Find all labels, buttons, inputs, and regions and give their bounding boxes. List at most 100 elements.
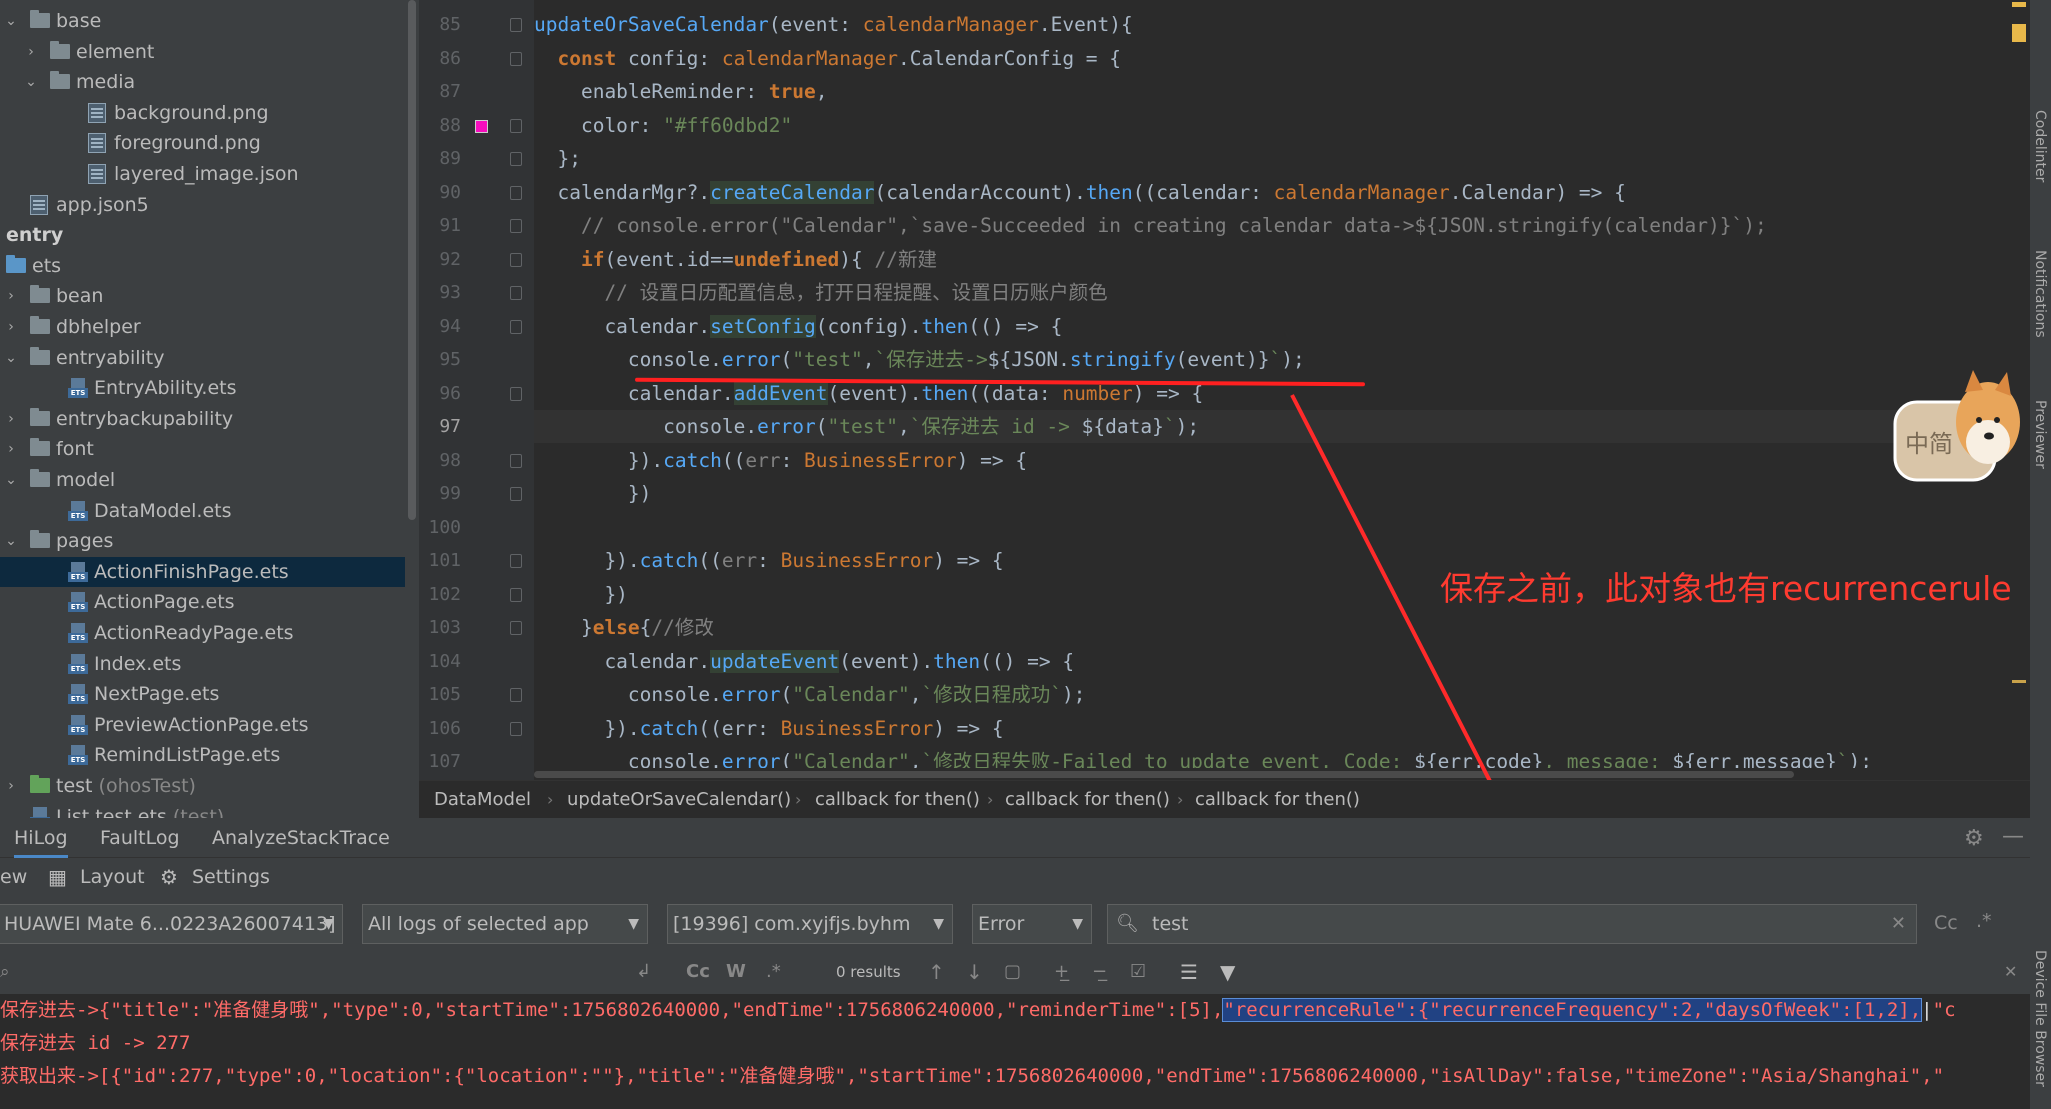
tree-item[interactable]: ETS ActionReadyPage.ets xyxy=(0,618,405,648)
chevron-right-icon[interactable]: › xyxy=(4,412,18,426)
line-number[interactable]: 95 xyxy=(419,349,461,370)
filter-icon[interactable]: ▼ xyxy=(1220,952,1235,992)
side-tab-notifications[interactable]: Notifications xyxy=(2032,250,2048,338)
tree-item[interactable]: ⌄ base xyxy=(0,6,405,36)
log-scope-select[interactable]: All logs of selected app ▼ xyxy=(362,904,648,944)
code-line[interactable]: calendar.setConfig(config).then(() => { xyxy=(534,310,1976,343)
tree-item[interactable]: ETS ActionFinishPage.ets xyxy=(0,556,405,587)
warning-mark[interactable] xyxy=(2012,2,2026,7)
chevron-right-icon[interactable]: › xyxy=(4,320,18,334)
fold-marker-icon[interactable] xyxy=(510,152,522,166)
line-number[interactable]: 103 xyxy=(419,617,461,638)
tree-item[interactable]: ets xyxy=(0,251,405,281)
color-swatch-icon[interactable] xyxy=(475,119,488,133)
tree-item[interactable]: ETS PreviewActionPage.ets xyxy=(0,710,405,740)
side-tab-codelinter[interactable]: Codelinter xyxy=(2032,110,2048,182)
tree-scrollbar-thumb[interactable] xyxy=(408,0,416,520)
regex-icon[interactable]: .* xyxy=(766,952,781,992)
log-line[interactable]: 保存进去->{"title":"准备健身哦","type":0,"startTi… xyxy=(0,994,1956,1027)
line-number[interactable]: 105 xyxy=(419,684,461,705)
fold-marker-icon[interactable] xyxy=(510,688,522,702)
fold-marker-icon[interactable] xyxy=(510,185,522,200)
tree-item[interactable]: background.png xyxy=(0,98,405,128)
chevron-right-icon[interactable]: › xyxy=(4,289,18,303)
fold-marker-icon[interactable] xyxy=(510,51,522,66)
chevron-right-icon[interactable]: › xyxy=(24,45,38,59)
view-label[interactable]: ew xyxy=(0,858,27,896)
code-line[interactable]: console.error("Calendar",`修改日程成功`); xyxy=(534,678,1976,711)
tree-item[interactable]: › entrybackupability xyxy=(0,404,405,434)
line-number[interactable]: 85 xyxy=(419,14,461,35)
code-line[interactable]: if(event.id==undefined){ //新建 xyxy=(534,243,1976,276)
line-number[interactable]: 90 xyxy=(419,182,461,203)
tree-item[interactable]: ⌄ entryability xyxy=(0,343,405,373)
breadcrumb-item[interactable]: callback for then() xyxy=(815,781,980,819)
chevron-down-icon[interactable]: ⌄ xyxy=(4,534,18,548)
fold-marker-icon[interactable] xyxy=(510,219,522,233)
tree-item[interactable]: ETS Index.ets xyxy=(0,649,405,679)
code-editor[interactable]: 85 86 87 88 89 90 91 92 93 94 95 96 97 98 99 100 101 102 1… xyxy=(419,0,1976,780)
code-line[interactable]: console.error("test",`保存进去 id -> ${data}… xyxy=(534,410,1976,443)
select-all-icon[interactable]: ▢ xyxy=(1004,952,1021,992)
editor-horizontal-scrollbar[interactable] xyxy=(534,768,1916,780)
device-select[interactable]: HUAWEI Mate 6...0223A26007413] ▼ xyxy=(0,904,343,944)
regex-icon[interactable]: .* xyxy=(1976,910,1992,932)
tree-item[interactable]: ETS List.test.ets (test) xyxy=(0,802,405,818)
line-number[interactable]: 86 xyxy=(419,48,461,69)
log-output[interactable]: 保存进去->{"title":"准备健身哦","type":0,"startTi… xyxy=(0,994,2030,1109)
breadcrumb-item[interactable]: updateOrSaveCalendar() xyxy=(567,781,791,819)
tree-item[interactable]: ETS EntryAbility.ets xyxy=(0,373,405,403)
line-number[interactable]: 88 xyxy=(419,115,461,136)
code-line[interactable]: // console.error("Calendar",`save-Succee… xyxy=(534,209,1976,242)
code-line[interactable]: }; xyxy=(534,142,1976,175)
fold-marker-icon[interactable] xyxy=(510,554,522,568)
tree-item[interactable]: › element xyxy=(0,37,405,67)
line-number[interactable]: 107 xyxy=(419,751,461,772)
line-number[interactable]: 99 xyxy=(419,483,461,504)
chevron-down-icon[interactable]: ⌄ xyxy=(4,351,18,365)
close-icon[interactable]: ✕ xyxy=(2004,952,2017,992)
breadcrumb-item[interactable]: callback for then() xyxy=(1195,781,1360,819)
fold-marker-icon[interactable] xyxy=(510,453,522,468)
code-line[interactable]: }) xyxy=(534,477,1976,510)
warning-mark[interactable] xyxy=(2012,680,2026,683)
match-case-button[interactable]: Cc xyxy=(1934,912,1958,934)
minimize-icon[interactable]: — xyxy=(2002,824,2024,849)
tree-item[interactable]: › bean xyxy=(0,281,405,311)
tree-item[interactable]: › test (ohosTest) xyxy=(0,771,405,801)
tree-item[interactable]: ⌄ media xyxy=(0,67,405,97)
whole-word-icon[interactable]: W xyxy=(726,952,746,992)
undo-icon[interactable]: ↲ xyxy=(636,952,651,992)
fold-marker-icon[interactable] xyxy=(510,286,522,300)
log-search-input[interactable]: 🔍︎ test ✕ xyxy=(1107,904,1917,944)
tree-item[interactable]: ETS NextPage.ets xyxy=(0,679,405,709)
code-line[interactable]: // 设置日历配置信息，打开日程提醒、设置日历账户颜色 xyxy=(534,276,1976,309)
fold-marker-icon[interactable] xyxy=(510,118,522,133)
code-line[interactable]: updateOrSaveCalendar(event: calendarMana… xyxy=(534,8,1976,41)
chevron-right-icon[interactable]: › xyxy=(4,442,18,456)
line-number[interactable]: 98 xyxy=(419,450,461,471)
line-number[interactable]: 104 xyxy=(419,651,461,672)
line-number[interactable]: 100 xyxy=(419,517,461,538)
code-line[interactable]: console.error("test",`保存进去->${JSON.strin… xyxy=(534,343,1976,376)
tab-hilog[interactable]: HiLog xyxy=(14,818,68,858)
tab-analyzestacktrace[interactable]: AnalyzeStackTrace xyxy=(212,818,390,858)
tree-item[interactable]: layered_image.json xyxy=(0,159,405,189)
code-line[interactable]: }).catch((err: BusinessError) => { xyxy=(534,444,1976,477)
level-select[interactable]: Error ▼ xyxy=(972,904,1092,944)
tree-item[interactable]: ⌄ pages xyxy=(0,526,405,556)
line-number[interactable]: 89 xyxy=(419,148,461,169)
tab-faultlog[interactable]: FaultLog xyxy=(100,818,180,858)
chevron-right-icon[interactable]: › xyxy=(4,779,18,793)
process-select[interactable]: [19396] com.xyjfjs.byhm ▼ xyxy=(667,904,953,944)
code-line[interactable]: }else{//修改 xyxy=(534,611,1976,644)
arrow-up-icon[interactable]: ↑ xyxy=(928,952,945,992)
fold-marker-icon[interactable] xyxy=(510,487,522,501)
line-number[interactable]: 92 xyxy=(419,249,461,270)
line-number[interactable]: 97 xyxy=(419,416,461,437)
select-all-occurrences-icon[interactable]: ☑ xyxy=(1130,952,1146,992)
fold-marker-icon[interactable] xyxy=(510,587,522,602)
chevron-down-icon[interactable]: ⌄ xyxy=(4,14,18,28)
gear-icon[interactable]: ⚙ xyxy=(1964,826,1984,851)
line-number[interactable]: 91 xyxy=(419,215,461,236)
